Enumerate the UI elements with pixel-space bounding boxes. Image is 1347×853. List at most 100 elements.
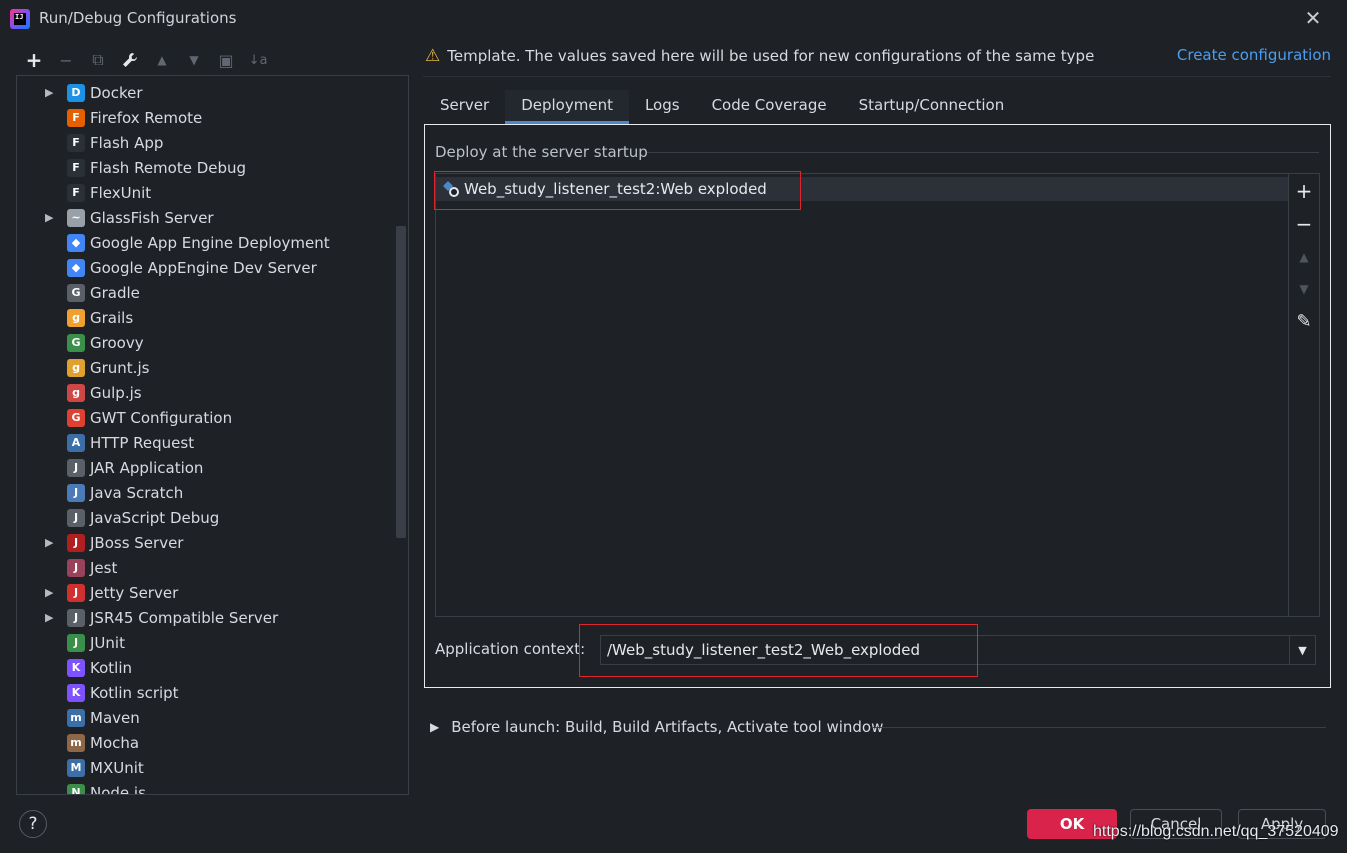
tree-item-label: Node.js xyxy=(90,783,146,795)
tree-item-label: Gradle xyxy=(90,283,140,302)
tree-item[interactable]: N Node.js xyxy=(17,780,397,795)
tree-item-label: JAR Application xyxy=(90,458,204,477)
tab-code-coverage[interactable]: Code Coverage xyxy=(696,90,843,124)
expand-arrow-icon[interactable]: ▶ xyxy=(430,720,439,734)
notice-divider xyxy=(423,76,1331,77)
config-type-icon: J xyxy=(67,608,85,627)
deploy-list-tools: + − ▲ ▼ ✎ xyxy=(1289,173,1320,617)
help-button[interactable]: ? xyxy=(19,810,47,838)
warning-icon: ⚠ xyxy=(425,46,441,66)
tree-scrollbar[interactable] xyxy=(396,226,406,538)
tree-item[interactable]: K Kotlin xyxy=(17,655,397,680)
tree-item-label: Mocha xyxy=(90,733,140,752)
tree-item-label: JSR45 Compatible Server xyxy=(90,608,279,627)
remove-configuration-button[interactable]: − xyxy=(50,48,82,72)
config-type-icon: J xyxy=(67,583,85,602)
tab-server[interactable]: Server xyxy=(424,90,505,124)
deploy-artifact-list[interactable]: Web_study_listener_test2:Web exploded xyxy=(435,173,1289,617)
tree-item-label: Flash App xyxy=(90,133,164,152)
tree-item[interactable]: ▶ J JBoss Server xyxy=(17,530,397,555)
tree-item[interactable]: M MXUnit xyxy=(17,755,397,780)
tree-item[interactable]: m Mocha xyxy=(17,730,397,755)
tree-item[interactable]: J JUnit xyxy=(17,630,397,655)
close-icon[interactable]: ✕ xyxy=(1303,8,1323,28)
remove-artifact-button[interactable]: − xyxy=(1289,211,1319,237)
tree-item[interactable]: G GWT Configuration xyxy=(17,405,397,430)
tree-item-label: Google AppEngine Dev Server xyxy=(90,258,317,277)
edit-templates-wrench-icon[interactable] xyxy=(114,48,146,72)
tree-item[interactable]: J JAR Application xyxy=(17,455,397,480)
tree-item-label: GlassFish Server xyxy=(90,208,214,227)
copy-configuration-button[interactable]: ⧉ xyxy=(82,48,114,72)
tree-item[interactable]: ◆ Google App Engine Deployment xyxy=(17,230,397,255)
deployment-panel: Deploy at the server startup Web_study_l… xyxy=(424,124,1331,688)
tree-item[interactable]: F FlexUnit xyxy=(17,180,397,205)
tree-item[interactable]: ▶ J Jetty Server xyxy=(17,580,397,605)
tree-item-label: HTTP Request xyxy=(90,433,195,452)
move-artifact-up-button[interactable]: ▲ xyxy=(1289,244,1319,270)
tree-item[interactable]: F Firefox Remote xyxy=(17,105,397,130)
config-type-icon: ◆ xyxy=(67,233,85,252)
expand-arrow-icon[interactable]: ▶ xyxy=(45,211,55,224)
config-type-icon: F xyxy=(67,108,85,127)
tree-item[interactable]: ▶ ~ GlassFish Server xyxy=(17,205,397,230)
expand-arrow-icon[interactable]: ▶ xyxy=(45,536,55,549)
move-into-folder-button[interactable]: ▣ xyxy=(210,48,242,72)
config-type-icon: g xyxy=(67,358,85,377)
tree-item-label: Firefox Remote xyxy=(90,108,203,127)
config-type-icon: ~ xyxy=(67,208,85,227)
tree-item[interactable]: g Grunt.js xyxy=(17,355,397,380)
template-notice: ⚠ Template. The values saved here will b… xyxy=(425,44,1094,68)
tree-item[interactable]: J Jest xyxy=(17,555,397,580)
move-artifact-down-button[interactable]: ▼ xyxy=(1289,276,1319,302)
config-type-icon: F xyxy=(67,158,85,177)
tree-item-label: Kotlin xyxy=(90,658,132,677)
config-type-icon: J xyxy=(67,458,85,477)
tree-item[interactable]: m Maven xyxy=(17,705,397,730)
tree-item-label: Maven xyxy=(90,708,140,727)
deploy-section-title: Deploy at the server startup xyxy=(435,143,648,161)
tree-item[interactable]: G Gradle xyxy=(17,280,397,305)
config-type-icon: G xyxy=(67,283,85,302)
edit-artifact-pencil-icon[interactable]: ✎ xyxy=(1289,308,1319,334)
expand-arrow-icon[interactable]: ▶ xyxy=(45,86,55,99)
expand-arrow-icon[interactable]: ▶ xyxy=(45,611,55,624)
sort-configurations-button[interactable]: ↓a xyxy=(242,48,274,72)
tree-item[interactable]: ◆ Google AppEngine Dev Server xyxy=(17,255,397,280)
tree-item-label: Grunt.js xyxy=(90,358,150,377)
tree-item[interactable]: G Groovy xyxy=(17,330,397,355)
config-type-icon: M xyxy=(67,758,85,777)
config-type-icon: g xyxy=(67,383,85,402)
config-type-icon: G xyxy=(67,333,85,352)
tree-item[interactable]: ▶ J JSR45 Compatible Server xyxy=(17,605,397,630)
expand-arrow-icon[interactable]: ▶ xyxy=(45,586,55,599)
intellij-logo-icon: IJ xyxy=(10,9,30,29)
tree-item-label: JavaScript Debug xyxy=(90,508,220,527)
tree-item[interactable]: F Flash App xyxy=(17,130,397,155)
create-configuration-link[interactable]: Create configuration xyxy=(1177,46,1331,64)
tree-item[interactable]: A HTTP Request xyxy=(17,430,397,455)
move-down-button[interactable]: ▼ xyxy=(178,48,210,72)
configuration-type-tree[interactable]: ▶ D Docker F Firefox Remote F Flash App F Flash … xyxy=(16,75,409,795)
tree-item[interactable]: J JavaScript Debug xyxy=(17,505,397,530)
tab-startup-connection[interactable]: Startup/Connection xyxy=(843,90,1021,124)
tree-item[interactable]: J Java Scratch xyxy=(17,480,397,505)
tree-item[interactable]: F Flash Remote Debug xyxy=(17,155,397,180)
config-type-icon: F xyxy=(67,183,85,202)
tree-item[interactable]: K Kotlin script xyxy=(17,680,397,705)
add-configuration-button[interactable]: + xyxy=(18,48,50,72)
before-launch-section[interactable]: ▶ Before launch: Build, Build Artifacts,… xyxy=(430,716,883,738)
config-type-icon: K xyxy=(67,683,85,702)
tree-item[interactable]: g Gulp.js xyxy=(17,380,397,405)
tree-item[interactable]: ▶ D Docker xyxy=(17,80,397,105)
move-up-button[interactable]: ▲ xyxy=(146,48,178,72)
config-type-icon: m xyxy=(67,733,85,752)
context-dropdown-chevron-icon[interactable]: ▼ xyxy=(1289,636,1315,664)
tree-item-label: MXUnit xyxy=(90,758,144,777)
application-context-label: Application context: xyxy=(435,640,586,658)
tab-deployment[interactable]: Deployment xyxy=(505,90,629,124)
title-bar: IJ Run/Debug Configurations ✕ xyxy=(0,0,1347,38)
tree-item[interactable]: g Grails xyxy=(17,305,397,330)
tab-logs[interactable]: Logs xyxy=(629,90,696,124)
add-artifact-button[interactable]: + xyxy=(1289,178,1319,204)
